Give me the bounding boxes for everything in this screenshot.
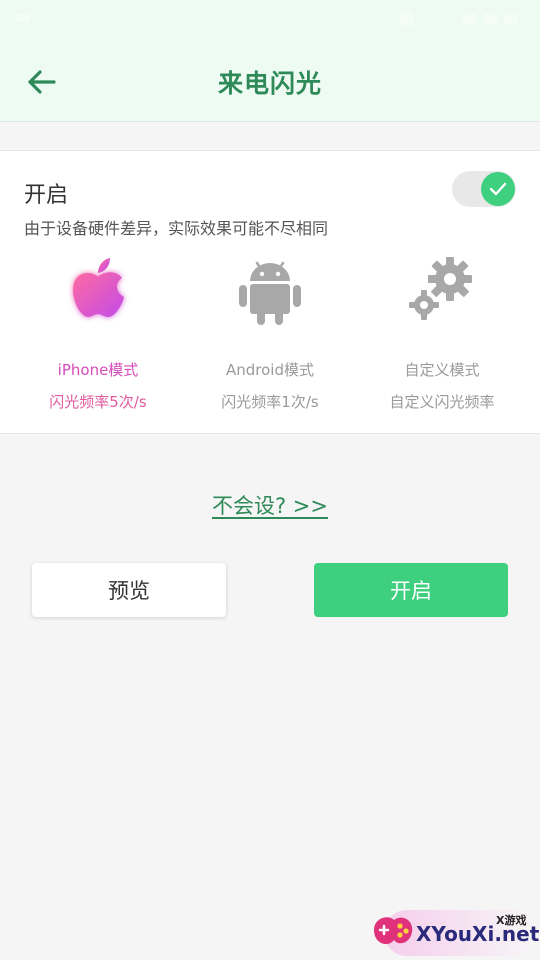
enable-description: 由于设备硬件差异，实际效果可能不尽相同 — [24, 219, 329, 238]
screen: 来电闪光 开启 由于设备硬件差异，实际效果可能不尽相同 iPhone模式 闪光频… — [0, 0, 540, 960]
mode-desc: 闪光频率5次/s — [49, 393, 147, 411]
toggle-knob — [481, 172, 515, 206]
help-link[interactable]: 不会设? >> — [0, 490, 540, 520]
mode-desc: 闪光频率1次/s — [221, 393, 319, 411]
mode-iphone[interactable]: iPhone模式 闪光频率5次/s — [8, 251, 188, 421]
mode-name: Android模式 — [226, 361, 314, 379]
settings-card: 开启 由于设备硬件差异，实际效果可能不尽相同 iPhone模式 闪光频率5次/s… — [0, 150, 540, 434]
mode-name: 自定义模式 — [404, 361, 480, 379]
status-icon — [16, 14, 30, 22]
page-title: 来电闪光 — [217, 69, 322, 98]
wifi-icon — [399, 11, 415, 27]
enable-toggle[interactable] — [452, 171, 516, 207]
apple-icon — [73, 258, 124, 317]
check-icon — [489, 182, 507, 196]
watermark-main-text: XYouXi.net — [416, 922, 540, 946]
mode-name: iPhone模式 — [57, 361, 139, 379]
mode-desc: 自定义闪光频率 — [389, 393, 495, 411]
status-bar — [0, 0, 540, 38]
android-icon — [239, 261, 301, 325]
mode-android[interactable]: Android模式 闪光频率1次/s — [180, 251, 360, 421]
gears-icon — [409, 257, 472, 320]
signal-icon — [462, 13, 518, 25]
header: 来电闪光 — [0, 38, 540, 122]
enable-button[interactable]: 开启 — [314, 563, 508, 617]
enable-title: 开启 — [24, 183, 69, 208]
gamepad-logo-icon — [374, 917, 413, 945]
mode-custom[interactable]: 自定义模式 自定义闪光频率 — [352, 251, 532, 421]
preview-button[interactable]: 预览 — [32, 563, 226, 617]
watermark: X游戏 XYouXi.net — [368, 902, 540, 960]
